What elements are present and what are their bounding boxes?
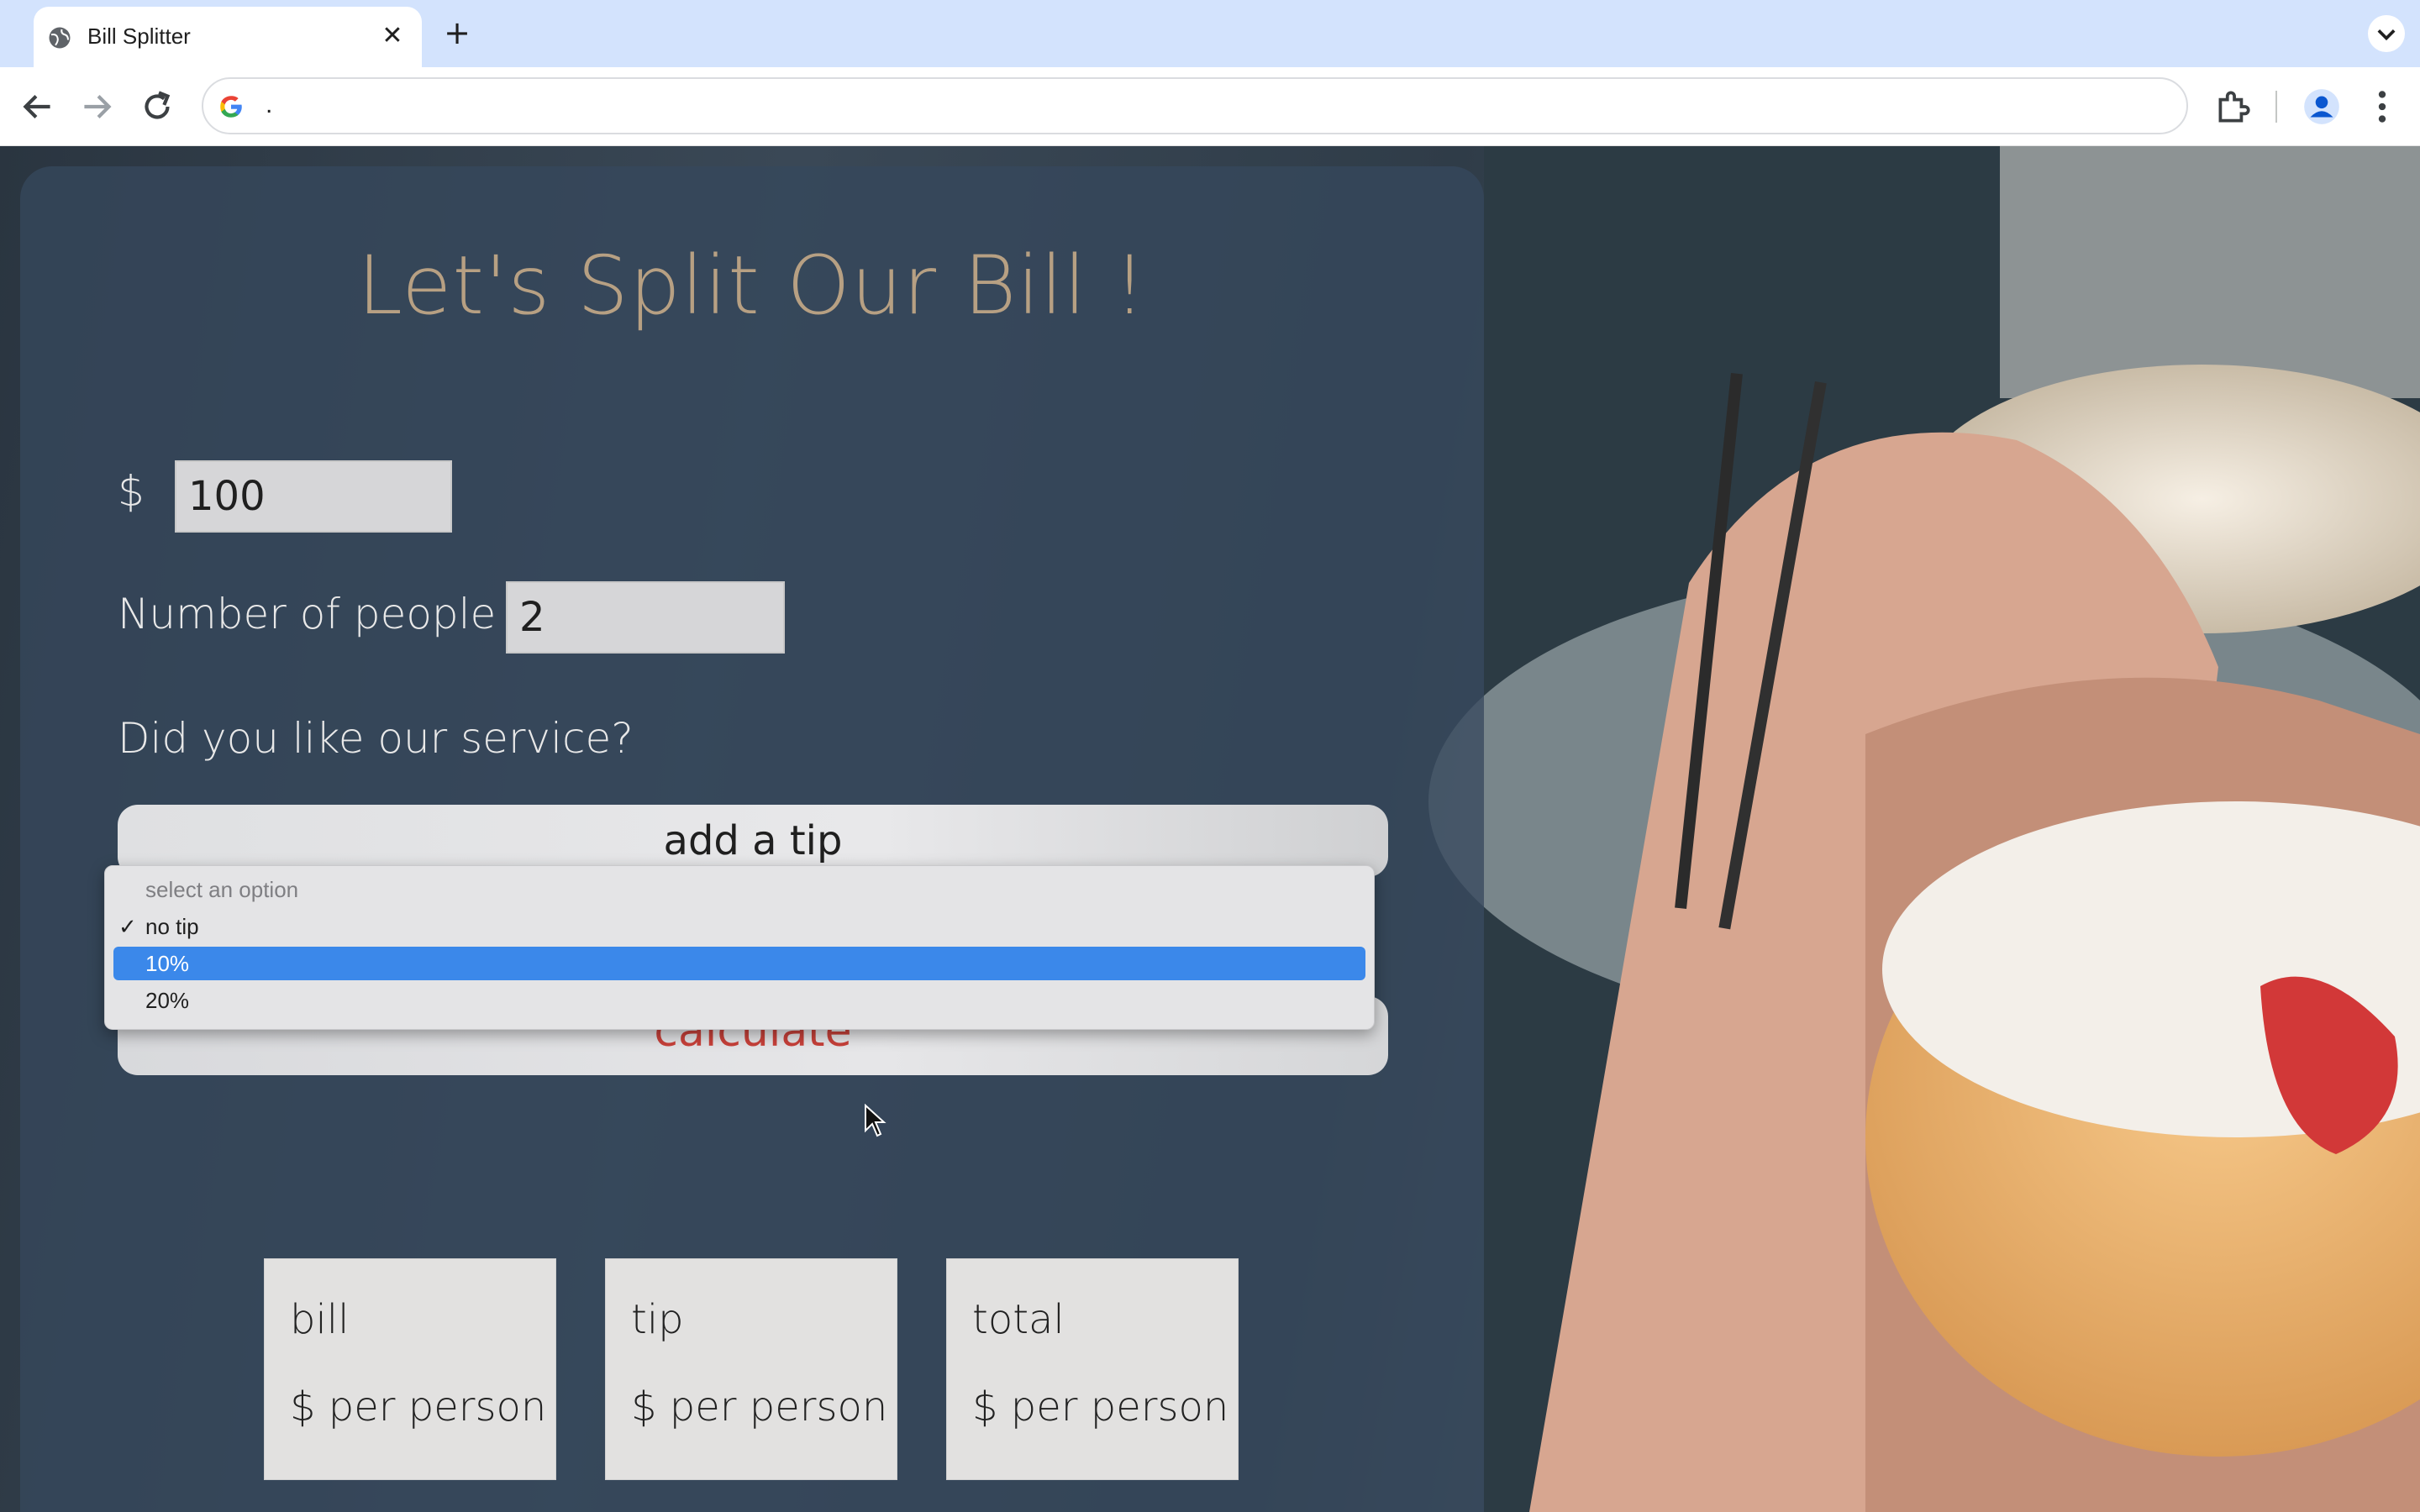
option-label: no tip [145, 914, 199, 939]
option-label: 20% [145, 988, 190, 1013]
option-label: select an option [145, 877, 299, 902]
tip-result-card: tip $ per person [605, 1258, 897, 1480]
globe-icon [49, 27, 71, 49]
forward-arrow-icon[interactable] [76, 86, 118, 128]
total-card-value: $ per person [972, 1383, 1229, 1431]
chevron-down-icon[interactable] [2368, 15, 2405, 52]
option-10-percent[interactable]: 10% [113, 947, 1365, 980]
browser-tab[interactable]: Bill Splitter ✕ [34, 7, 422, 67]
bill-card-title: bill [290, 1296, 350, 1343]
option-20-percent[interactable]: 20% [113, 984, 1365, 1017]
reload-icon[interactable] [136, 86, 178, 128]
service-question: Did you like our service? [118, 714, 634, 763]
close-icon[interactable]: ✕ [378, 22, 407, 50]
google-icon [220, 96, 242, 118]
more-vert-icon[interactable] [2361, 86, 2403, 128]
toolbar-divider [2275, 91, 2277, 123]
bill-splitter-card: Let's Split Our Bill ! $ 100 Number of p… [20, 166, 1484, 1512]
option-placeholder: select an option [113, 873, 1365, 906]
cursor-icon [865, 1104, 886, 1137]
profile-icon[interactable] [2301, 86, 2343, 128]
option-label: 10% [145, 951, 190, 976]
tip-card-value: $ per person [631, 1383, 888, 1431]
page-viewport: Let's Split Our Bill ! $ 100 Number of p… [0, 146, 2420, 1512]
bill-amount-input[interactable]: 100 [175, 460, 452, 533]
tab-title: Bill Splitter [87, 24, 191, 49]
extensions-icon[interactable] [2212, 86, 2254, 128]
total-card-title: total [972, 1296, 1065, 1343]
currency-label: $ [118, 467, 145, 516]
bill-card-value: $ per person [290, 1383, 547, 1431]
checkmark-icon: ✓ [118, 914, 137, 939]
people-count-input[interactable]: 2 [506, 581, 785, 654]
address-bar[interactable]: . [202, 77, 2188, 134]
people-label: Number of people [118, 590, 497, 638]
back-arrow-icon[interactable] [17, 86, 59, 128]
bill-result-card: bill $ per person [264, 1258, 556, 1480]
tip-card-title: tip [631, 1296, 684, 1343]
browser-toolbar: . [0, 67, 2420, 146]
tab-strip: Bill Splitter ✕ + [0, 0, 2420, 67]
total-result-card: total $ per person [946, 1258, 1239, 1480]
option-no-tip[interactable]: ✓ no tip [113, 910, 1365, 943]
tip-options-menu: select an option ✓ no tip 10% 20% [104, 865, 1375, 1030]
address-text: . [266, 91, 273, 118]
page-title: Let's Split Our Bill ! [357, 239, 1147, 333]
plus-icon[interactable]: + [439, 15, 476, 52]
